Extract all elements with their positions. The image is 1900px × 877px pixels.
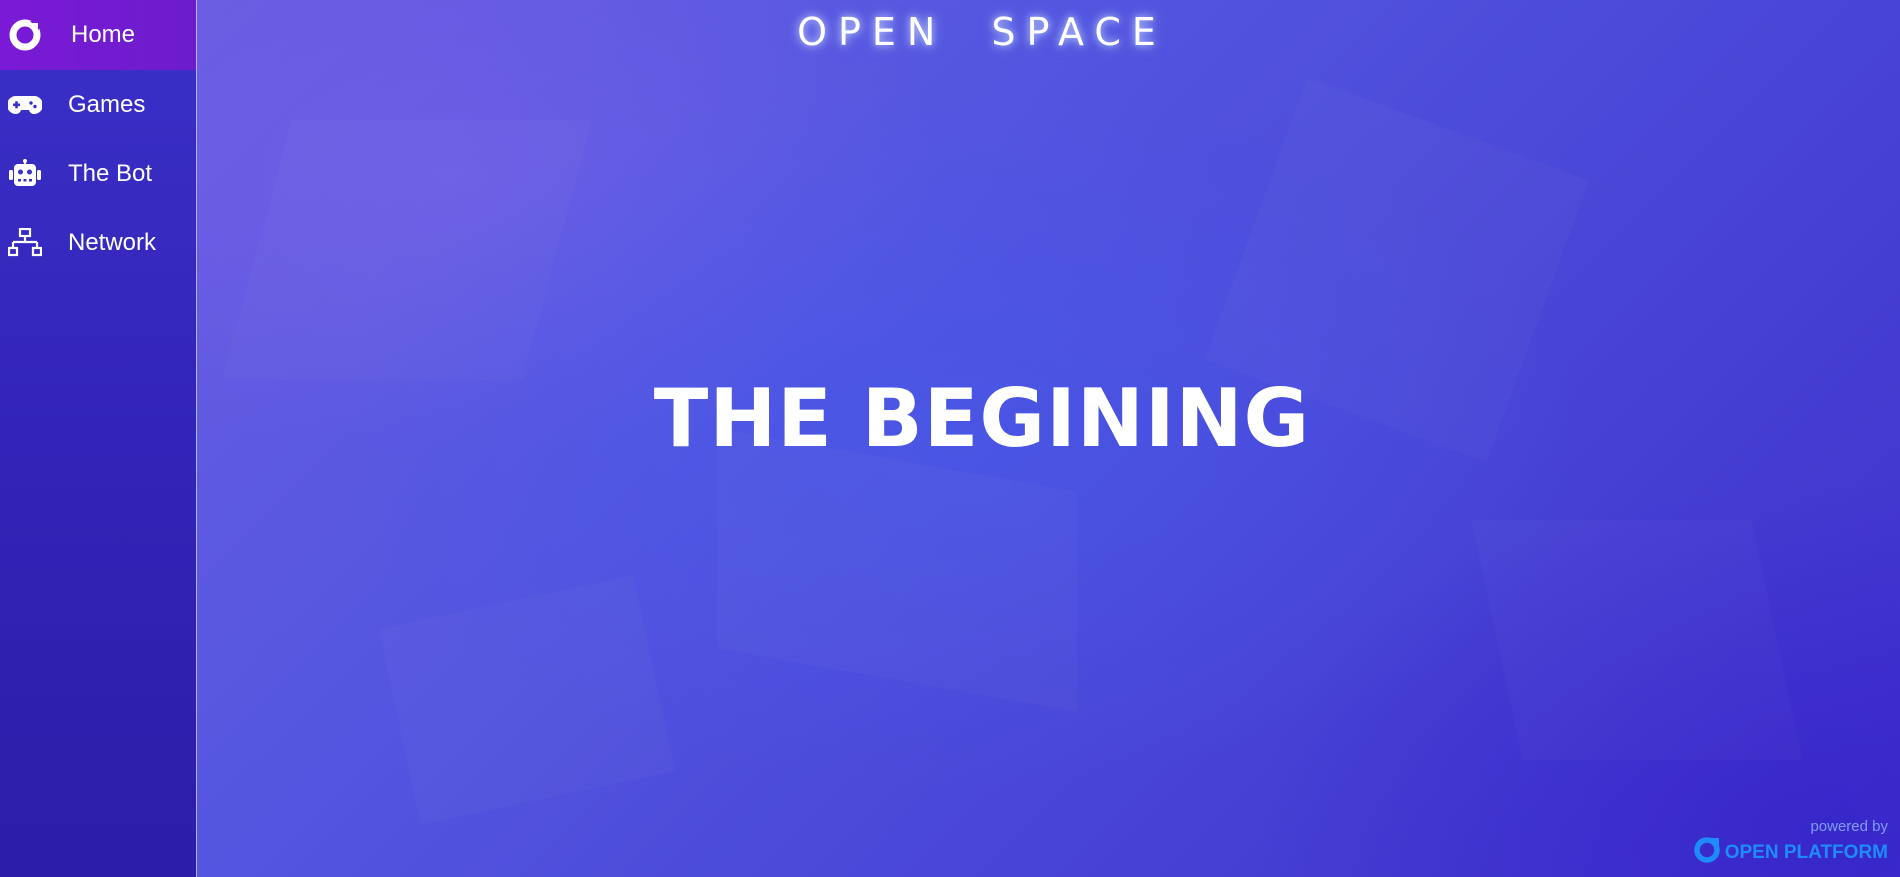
network-icon — [8, 226, 42, 260]
sidebar-item-network[interactable]: Network — [0, 208, 196, 277]
brand-name: OPEN PLATFORM — [1724, 841, 1888, 863]
brand-logo: OPEN PLATFORM — [1693, 836, 1888, 869]
background-facet — [717, 428, 1077, 711]
sidebar: Home Games The Bot Network — [0, 0, 197, 877]
sidebar-item-home[interactable]: Home — [0, 0, 196, 70]
powered-by-badge[interactable]: powered by OPEN PLATFORM — [1693, 818, 1888, 869]
sidebar-item-the-bot[interactable]: The Bot — [0, 139, 196, 208]
robot-icon — [8, 157, 42, 191]
site-title: OPEN SPACE — [797, 10, 1167, 54]
background-facet — [1471, 520, 1802, 760]
background-facet — [379, 575, 675, 825]
sidebar-item-label: Games — [68, 90, 146, 118]
sidebar-item-label: Home — [71, 21, 136, 48]
sidebar-item-label: The Bot — [68, 159, 153, 187]
gamepad-icon — [8, 88, 42, 122]
main-content: OPEN SPACE THE BEGINING powered by OPEN … — [197, 0, 1900, 877]
hero-title: THE BEGINING — [653, 372, 1311, 465]
background-facet — [222, 120, 592, 380]
sidebar-item-games[interactable]: Games — [0, 70, 196, 139]
home-icon — [8, 18, 42, 52]
powered-by-text: powered by — [1810, 818, 1888, 835]
open-platform-logo-icon — [1693, 836, 1721, 869]
sidebar-item-label: Network — [68, 228, 157, 256]
